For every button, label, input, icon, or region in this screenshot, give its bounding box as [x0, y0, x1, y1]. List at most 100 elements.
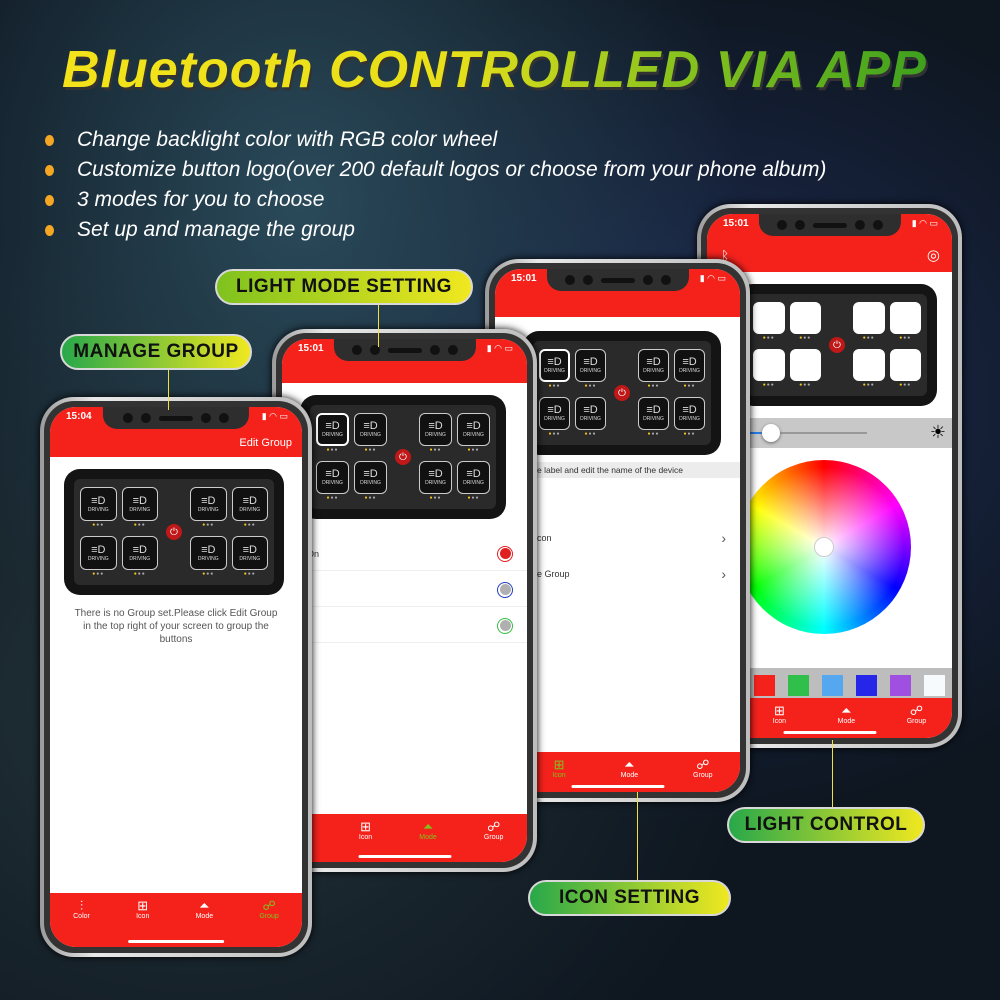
indicator-dots: ●●●: [762, 382, 775, 389]
switch-button[interactable]: ●●●: [853, 300, 885, 343]
power-button[interactable]: ⏻: [614, 385, 630, 401]
switch-button[interactable]: ≡D DRIVING ●●●: [354, 411, 387, 455]
switch-button[interactable]: ≡D DRIVING ●●●: [419, 459, 452, 503]
switch-button[interactable]: ●●●: [889, 300, 921, 343]
switch-button[interactable]: ≡D DRIVING ●●●: [539, 395, 570, 439]
color-wheel[interactable]: [737, 460, 911, 634]
switch-button[interactable]: ≡D DRIVING ●●●: [80, 534, 117, 579]
indicator-dots: ●●●: [548, 383, 561, 389]
switch-button[interactable]: ≡D DRIVING ●●●: [231, 485, 268, 530]
switch-button[interactable]: ●●●: [753, 347, 785, 390]
headlight-icon: ≡D: [466, 420, 481, 432]
power-button[interactable]: ⏻: [395, 449, 411, 465]
indicator-dots: ●●●: [548, 431, 561, 437]
feature-text: Change backlight color with RGB color wh…: [77, 128, 498, 151]
switch-button[interactable]: ≡D DRIVING ●●●: [539, 347, 570, 391]
button-label: DRIVING: [129, 506, 151, 513]
indicator-dots: ●●●: [762, 335, 775, 342]
status-icons: ▮ ◠ ▭: [261, 411, 288, 421]
tab-group[interactable]: ☍ Group: [259, 899, 278, 947]
status-time: 15:04: [66, 411, 92, 422]
switch-button[interactable]: ≡D DRIVING ●●●: [190, 485, 227, 530]
switch-button[interactable]: ≡D DRIVING ●●●: [457, 411, 490, 455]
mode-icon: ⏶: [841, 703, 852, 718]
color-swatch[interactable]: [890, 674, 912, 696]
button-label: DRIVING: [643, 416, 664, 422]
tab-bar: ⫶ Color ⊞ Icon ⏶ Mode ☍ Group: [50, 893, 302, 947]
switch-button[interactable]: ●●●: [789, 347, 821, 390]
mode-radio[interactable]: [497, 545, 513, 562]
button-label: DRIVING: [239, 555, 261, 562]
switch-button[interactable]: ≡D DRIVING ●●●: [575, 395, 606, 439]
tab-label: Mode: [195, 913, 214, 920]
tab-group[interactable]: ☍ Group: [484, 820, 503, 862]
switch-button[interactable]: ≡D DRIVING ●●●: [354, 459, 387, 503]
mode-row[interactable]: be: [282, 573, 527, 607]
edit-group-button[interactable]: Edit Group: [239, 437, 292, 449]
button-label: DRIVING: [425, 432, 446, 438]
tab-color[interactable]: ⫶ Color: [73, 899, 90, 947]
tab-label: Icon: [552, 772, 566, 779]
switch-button[interactable]: ≡D DRIVING ●●●: [638, 347, 669, 391]
tab-icon[interactable]: ⊞ Icon: [552, 758, 565, 792]
switch-button[interactable]: ≡D DRIVING ●●●: [638, 395, 669, 439]
indicator-dots: ●●●: [326, 447, 339, 453]
switch-button[interactable]: ≡D DRIVING ●●●: [80, 485, 117, 530]
switch-button[interactable]: ≡D DRIVING ●●●: [674, 395, 705, 439]
button-label: DRIVING: [463, 480, 484, 486]
switch-button[interactable]: ●●●: [853, 347, 885, 390]
status-icons: ▮ ◠ ▭: [486, 343, 513, 353]
button-label: DRIVING: [197, 506, 219, 513]
tab-group[interactable]: ☍ Group: [693, 758, 712, 792]
switch-button[interactable]: ≡D DRIVING ●●●: [457, 459, 490, 503]
callout-line: [168, 370, 169, 410]
switch-panel: ≡D DRIVING ●●● ≡D DRIVING ●●● ≡D DRIVING ●●● ≡D DR…: [300, 395, 506, 519]
color-swatch[interactable]: [924, 674, 946, 696]
color-swatch[interactable]: [787, 674, 809, 696]
switch-button[interactable]: ≡D DRIVING ●●●: [419, 411, 452, 455]
no-group-message: There is no Group set.Please click Edit …: [74, 608, 278, 645]
switch-button[interactable]: ●●●: [789, 300, 821, 343]
switch-button[interactable]: ≡D DRIVING ●●●: [575, 347, 606, 391]
bullet-dot: [45, 134, 54, 146]
headlight-icon: ≡D: [91, 494, 106, 507]
tab-bar: ⫶or⊞Icon⏶Mode☍Group: [282, 814, 527, 862]
headlight-icon: ≡D: [363, 420, 378, 432]
indicator-dots: ●●●: [202, 570, 215, 577]
tab-label: Mode: [419, 834, 437, 841]
mode-row[interactable]: h: [282, 609, 527, 643]
callout-light-mode: LIGHT MODE SETTING: [215, 269, 473, 305]
switch-button[interactable]: ≡D DRIVING ●●●: [674, 347, 705, 391]
switch-button[interactable]: ≡D DRIVING ●●●: [190, 534, 227, 579]
mode-radio[interactable]: [497, 617, 513, 634]
status-time: 15:01: [511, 273, 537, 284]
tab-label: Color: [73, 913, 90, 920]
bullet-dot: [45, 194, 54, 206]
switch-button[interactable]: ≡D DRIVING ●●●: [121, 534, 158, 579]
switch-button[interactable]: ≡D DRIVING ●●●: [121, 485, 158, 530]
tab-group[interactable]: ☍ Group: [907, 704, 926, 738]
switch-button[interactable]: ≡D DRIVING ●●●: [231, 534, 268, 579]
switch-button[interactable]: ●●●: [889, 347, 921, 390]
headlight-icon: ≡D: [466, 468, 481, 480]
mode-radio[interactable]: [497, 581, 513, 598]
button-label: DRIVING: [197, 555, 219, 562]
mode-row[interactable]: t On: [282, 537, 527, 571]
button-label: DRIVING: [643, 368, 664, 374]
group-icon: ☍: [487, 819, 501, 834]
switch-button[interactable]: ≡D DRIVING ●●●: [316, 459, 349, 503]
color-swatch[interactable]: [753, 674, 775, 696]
icon-icon: ⊞: [553, 757, 565, 772]
color-swatch[interactable]: [821, 674, 843, 696]
switch-button[interactable]: ≡D DRIVING ●●●: [316, 411, 349, 455]
callout-line: [378, 305, 379, 347]
power-button[interactable]: ⏻: [166, 524, 182, 540]
settings-icon[interactable]: ◎: [927, 246, 940, 264]
power-button[interactable]: ⏻: [829, 337, 845, 353]
color-wheel-handle[interactable]: [814, 537, 834, 557]
tab-label: Icon: [136, 913, 150, 920]
indicator-dots: ●●●: [584, 431, 597, 437]
switch-button[interactable]: ●●●: [753, 300, 785, 343]
color-swatch[interactable]: [856, 674, 878, 696]
indicator-dots: ●●●: [364, 447, 377, 453]
